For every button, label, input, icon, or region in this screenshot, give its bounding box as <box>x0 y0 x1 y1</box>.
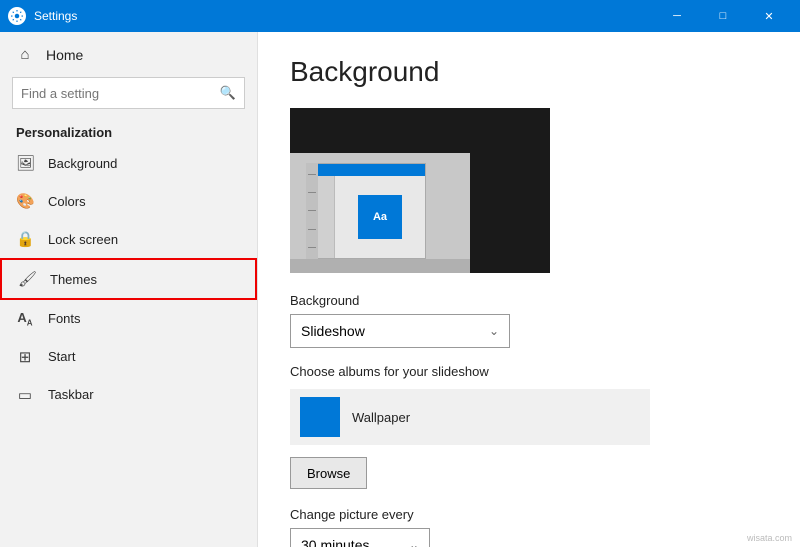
themes-icon: 🖌 <box>18 270 36 288</box>
ruler-line <box>308 174 316 175</box>
home-label: Home <box>46 47 83 63</box>
close-button[interactable]: ✕ <box>746 0 792 32</box>
preview-window-titlebar <box>307 164 425 176</box>
preview-tile: Aa <box>358 195 402 239</box>
ruler-line <box>308 247 316 248</box>
ruler-line <box>308 192 316 193</box>
start-icon: ⊞ <box>16 348 34 366</box>
page-title: Background <box>290 56 768 88</box>
taskbar-icon: ▭ <box>16 386 34 404</box>
change-picture-dropdown[interactable]: 30 minutes ⌄ <box>290 528 430 547</box>
background-field-label: Background <box>290 293 768 308</box>
settings-app-icon <box>8 7 26 25</box>
search-input[interactable] <box>21 86 220 101</box>
sidebar-item-start[interactable]: ⊞ Start <box>0 338 257 376</box>
sidebar-item-colors-label: Colors <box>48 194 86 209</box>
colors-icon: 🎨 <box>16 192 34 210</box>
preview-window: Aa <box>306 163 426 259</box>
maximize-button[interactable]: □ <box>700 0 746 32</box>
browse-button[interactable]: Browse <box>290 457 367 489</box>
search-box[interactable]: 🔍 <box>12 77 245 109</box>
home-icon: ⌂ <box>16 46 34 63</box>
wallpaper-item[interactable]: Wallpaper <box>290 389 650 445</box>
section-label: Personalization <box>0 117 257 144</box>
sidebar-item-background[interactable]: 🖼 Background <box>0 144 257 182</box>
titlebar: Settings ─ □ ✕ <box>0 0 800 32</box>
background-dropdown-value: Slideshow <box>301 323 365 339</box>
sidebar-item-themes-label: Themes <box>50 272 97 287</box>
preview-taskbar <box>290 259 470 273</box>
sidebar-item-home[interactable]: ⌂ Home <box>0 32 257 77</box>
sidebar-item-lock-screen-label: Lock screen <box>48 232 118 247</box>
change-picture-label: Change picture every <box>290 507 768 522</box>
sidebar-item-lock-screen[interactable]: 🔒 Lock screen <box>0 220 257 258</box>
minimize-button[interactable]: ─ <box>654 0 700 32</box>
background-icon: 🖼 <box>16 154 34 172</box>
sidebar-item-background-label: Background <box>48 156 117 171</box>
wallpaper-thumbnail <box>300 397 340 437</box>
ruler-line <box>308 210 316 211</box>
choose-albums-label: Choose albums for your slideshow <box>290 364 768 379</box>
sidebar: ⌂ Home 🔍 Personalization 🖼 Background 🎨 … <box>0 32 258 547</box>
preview-window-content: Aa <box>335 176 425 258</box>
preview-window-body: Aa <box>307 176 425 258</box>
wallpaper-name: Wallpaper <box>352 410 410 425</box>
search-icon: 🔍 <box>220 85 236 101</box>
preview-ruler <box>306 163 318 259</box>
lock-screen-icon: 🔒 <box>16 230 34 248</box>
sidebar-item-fonts[interactable]: AA Fonts <box>0 300 257 338</box>
sidebar-item-colors[interactable]: 🎨 Colors <box>0 182 257 220</box>
background-preview: Aa <box>290 108 550 273</box>
chevron-down-icon-time: ⌄ <box>409 538 419 547</box>
sidebar-item-fonts-label: Fonts <box>48 311 81 326</box>
titlebar-left: Settings <box>8 7 77 25</box>
app-body: ⌂ Home 🔍 Personalization 🖼 Background 🎨 … <box>0 32 800 547</box>
titlebar-title: Settings <box>34 9 77 23</box>
sidebar-item-start-label: Start <box>48 349 75 364</box>
preview-desktop: Aa <box>290 153 470 273</box>
sidebar-item-taskbar-label: Taskbar <box>48 387 94 402</box>
chevron-down-icon: ⌄ <box>489 324 499 338</box>
window-controls: ─ □ ✕ <box>654 0 792 32</box>
background-dropdown[interactable]: Slideshow ⌄ <box>290 314 510 348</box>
change-picture-value: 30 minutes <box>301 537 369 547</box>
sidebar-item-themes[interactable]: 🖌 Themes <box>0 258 257 300</box>
watermark: wisata.com <box>747 533 792 543</box>
fonts-icon: AA <box>16 310 34 328</box>
main-content: Background Aa <box>258 32 800 547</box>
ruler-line <box>308 229 316 230</box>
sidebar-item-taskbar[interactable]: ▭ Taskbar <box>0 376 257 414</box>
